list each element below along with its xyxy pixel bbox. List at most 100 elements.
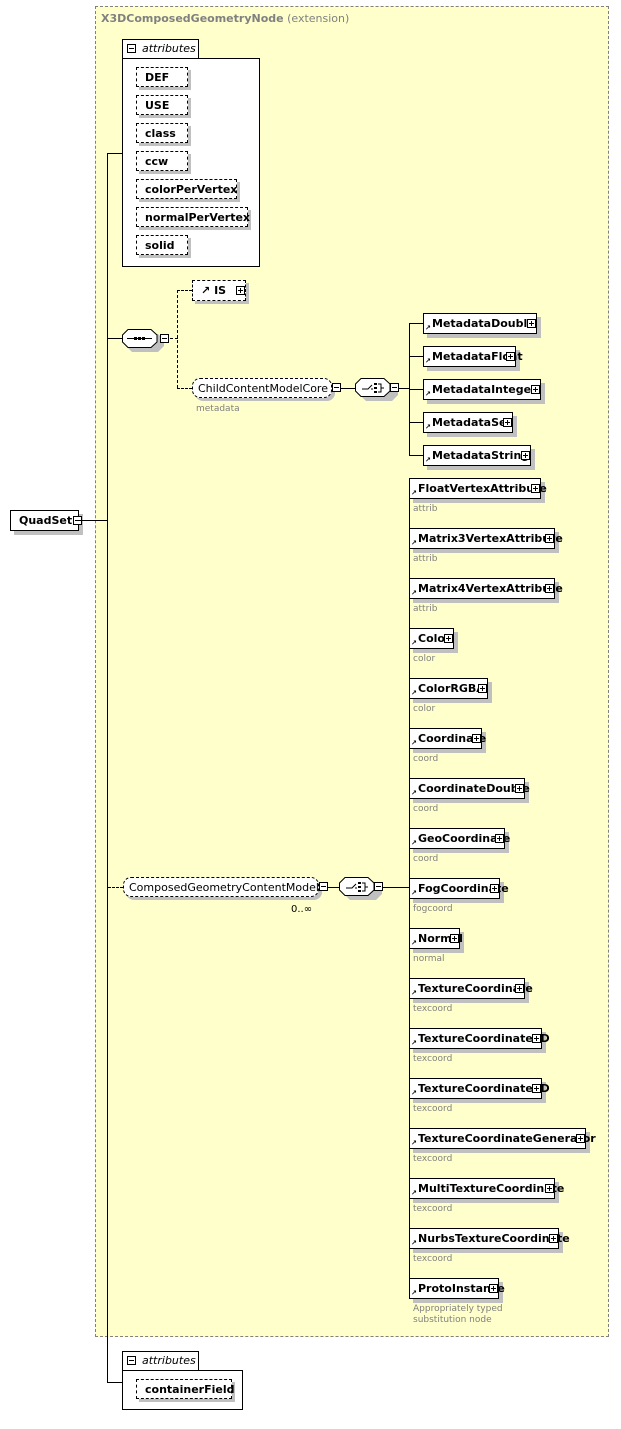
element-matrix4vertexattribute[interactable]: ↗ Matrix4VertexAttribute xyxy=(409,578,563,599)
element-annotation: coord xyxy=(413,854,439,864)
connector xyxy=(409,356,424,357)
expand-icon[interactable] xyxy=(495,834,504,843)
element-annotation: texcoord xyxy=(413,1254,453,1264)
expand-icon[interactable] xyxy=(576,1134,585,1143)
group-label: ChildContentModelCore xyxy=(198,382,328,395)
collapse-icon[interactable] xyxy=(127,1356,136,1365)
element-annotation: texcoord xyxy=(413,1104,453,1114)
expand-icon[interactable] xyxy=(506,352,515,361)
element-texturecoordinate3d[interactable]: ↗ TextureCoordinate3D xyxy=(409,1028,550,1049)
reference-arrow-icon: ↗ xyxy=(411,1189,417,1197)
element-coordinatedouble[interactable]: ↗ CoordinateDouble xyxy=(409,778,530,799)
connector xyxy=(107,153,123,154)
element-metadatadouble[interactable]: ↗ MetadataDouble xyxy=(423,313,537,334)
element-label: Matrix4VertexAttribute xyxy=(418,582,563,595)
connector xyxy=(341,388,356,389)
collapse-icon[interactable] xyxy=(319,882,328,891)
root-element[interactable]: QuadSet xyxy=(10,510,82,531)
extension-type-name: X3DComposedGeometryNode xyxy=(101,12,284,25)
element-multitexturecoordinate[interactable]: ↗ MultiTextureCoordinate xyxy=(409,1178,564,1199)
collapse-icon[interactable] xyxy=(390,383,399,392)
attribute-def[interactable]: DEF xyxy=(136,67,188,87)
element-normal[interactable]: ↗ Normal xyxy=(409,928,463,949)
element-annotation: attrib xyxy=(413,604,438,614)
attribute-solid[interactable]: solid xyxy=(136,235,188,255)
connector xyxy=(107,1382,123,1383)
reference-arrow-icon: ↗ xyxy=(411,639,417,647)
expand-icon[interactable] xyxy=(545,1184,554,1193)
expand-icon[interactable] xyxy=(472,734,481,743)
expand-icon[interactable] xyxy=(545,584,554,593)
collapse-icon[interactable] xyxy=(374,882,383,891)
element-annotation: coord xyxy=(413,804,439,814)
expand-icon[interactable] xyxy=(521,451,530,460)
element-texturecoordinategenerator[interactable]: ↗ TextureCoordinateGenerator xyxy=(409,1128,596,1149)
expand-icon[interactable] xyxy=(515,984,524,993)
expand-icon[interactable] xyxy=(478,684,487,693)
element-is[interactable]: ↗ IS xyxy=(192,280,246,301)
element-nurbstexturecoordinate[interactable]: ↗ NurbsTextureCoordinate xyxy=(409,1228,570,1249)
expand-icon[interactable] xyxy=(450,934,459,943)
collapse-icon[interactable] xyxy=(332,383,341,392)
expand-icon[interactable] xyxy=(489,1284,498,1293)
element-metadatafloat[interactable]: ↗ MetadataFloat xyxy=(423,346,523,367)
group-label: ComposedGeometryContentModel xyxy=(129,881,319,894)
element-protoinstance[interactable]: ↗ ProtoInstance xyxy=(409,1278,505,1299)
element-metadataset[interactable]: ↗ MetadataSet xyxy=(423,412,513,433)
element-label: TextureCoordinate3D xyxy=(418,1032,550,1045)
attributes-label: attributes xyxy=(142,1354,196,1367)
element-texturecoordinate[interactable]: ↗ TextureCoordinate xyxy=(409,978,533,999)
element-colorrgba[interactable]: ↗ ColorRGBA xyxy=(409,678,488,699)
element-fogcoordinate[interactable]: ↗ FogCoordinate xyxy=(409,878,509,899)
element-annotation: normal xyxy=(413,954,445,964)
element-label: MetadataDouble xyxy=(432,317,535,330)
element-texturecoordinate4d[interactable]: ↗ TextureCoordinate4D xyxy=(409,1078,550,1099)
element-floatvertexattribute[interactable]: ↗ FloatVertexAttribute xyxy=(409,478,547,499)
expand-icon[interactable] xyxy=(444,634,453,643)
element-matrix3vertexattribute[interactable]: ↗ Matrix3VertexAttribute xyxy=(409,528,563,549)
root-element-label: QuadSet xyxy=(19,514,73,527)
element-metadatastring[interactable]: ↗ MetadataString xyxy=(423,445,531,466)
reference-arrow-icon: ↗ xyxy=(411,1239,417,1247)
element-color[interactable]: ↗ Color xyxy=(409,628,454,649)
element-label: MultiTextureCoordinate xyxy=(418,1182,565,1195)
attribute-normalpervertex[interactable]: normalPerVertex xyxy=(136,207,250,227)
attribute-ccw[interactable]: ccw xyxy=(136,151,188,171)
connector xyxy=(79,520,108,521)
expand-icon[interactable] xyxy=(531,484,540,493)
reference-arrow-icon: ↗ xyxy=(411,839,417,847)
attribute-containerfield[interactable]: containerField xyxy=(136,1379,234,1399)
attribute-class[interactable]: class xyxy=(136,123,188,143)
attribute-colorpervertex[interactable]: colorPerVertex xyxy=(136,179,237,199)
expand-icon[interactable] xyxy=(549,1234,558,1243)
collapse-icon[interactable] xyxy=(160,334,169,343)
element-metadatainteger[interactable]: ↗ MetadataInteger xyxy=(423,379,541,400)
expand-icon[interactable] xyxy=(236,286,245,295)
element-is-label: IS xyxy=(214,284,227,297)
expand-icon[interactable] xyxy=(531,385,540,394)
reference-arrow-icon: ↗ xyxy=(425,423,431,431)
expand-icon[interactable] xyxy=(527,319,536,328)
element-coordinate[interactable]: ↗ Coordinate xyxy=(409,728,486,749)
element-label: Matrix3VertexAttribute xyxy=(418,532,563,545)
group-childcontentmodelcore[interactable]: ChildContentModelCore xyxy=(192,378,332,398)
group-composedgeometrycontentmodel[interactable]: ComposedGeometryContentModel xyxy=(123,877,319,897)
expand-icon[interactable] xyxy=(503,418,512,427)
reference-arrow-icon: ↗ xyxy=(411,789,417,797)
expand-icon[interactable] xyxy=(545,534,554,543)
connector xyxy=(399,388,409,389)
expand-icon[interactable] xyxy=(490,884,499,893)
expand-icon[interactable] xyxy=(532,1084,541,1093)
reference-arrow-icon: ↗ xyxy=(425,456,431,464)
attribute-use[interactable]: USE xyxy=(136,95,188,115)
reference-arrow-icon: ↗ xyxy=(411,889,417,897)
reference-arrow-icon: ↗ xyxy=(411,1139,417,1147)
element-label: TextureCoordinateGenerator xyxy=(418,1132,596,1145)
connector xyxy=(177,290,192,291)
collapse-icon[interactable] xyxy=(127,44,136,53)
connector xyxy=(409,389,424,390)
element-geocoordinate[interactable]: ↗ GeoCoordinate xyxy=(409,828,510,849)
element-label: CoordinateDouble xyxy=(418,782,530,795)
expand-icon[interactable] xyxy=(532,1034,541,1043)
expand-icon[interactable] xyxy=(515,784,524,793)
